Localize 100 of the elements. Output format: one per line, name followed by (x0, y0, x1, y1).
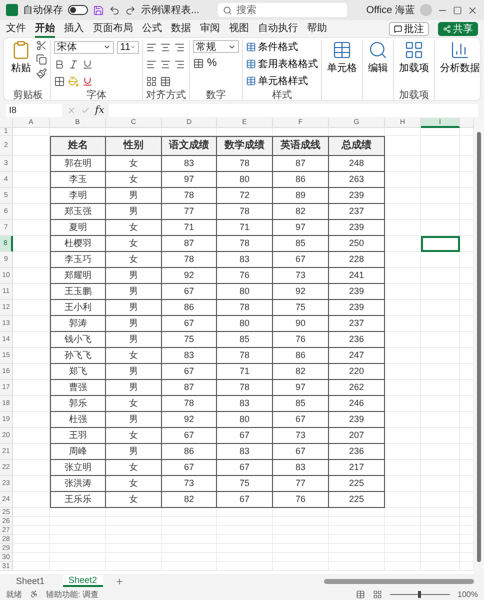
fill-color-icon[interactable] (68, 76, 79, 86)
select-all-corner[interactable] (0, 118, 13, 128)
empty-cell[interactable] (329, 508, 385, 517)
merge-icon[interactable] (146, 76, 157, 86)
border-icon[interactable] (54, 76, 65, 86)
add-sheet-icon[interactable] (115, 576, 124, 586)
table-icon (246, 76, 256, 86)
menu-tab[interactable]: 视图 (229, 20, 249, 38)
table-cell: 郑玉强 (50, 204, 106, 220)
empty-cell[interactable] (421, 220, 460, 236)
scrollbar-thumb[interactable] (477, 132, 481, 562)
save-icon[interactable] (93, 4, 104, 16)
cut-icon[interactable] (36, 40, 47, 51)
bold-icon[interactable] (54, 58, 65, 70)
table-cell: 77 (273, 476, 329, 492)
empty-cell[interactable] (106, 508, 162, 517)
group-label: 对齐方式 (146, 88, 186, 100)
empty-cell[interactable] (385, 128, 421, 136)
font-size-select[interactable]: 11 (117, 40, 139, 54)
empty-cell[interactable] (162, 508, 217, 517)
number-format-select[interactable]: 常规 (193, 40, 239, 53)
menu-tab[interactable]: 插入 (64, 20, 84, 38)
empty-cell[interactable] (385, 508, 421, 517)
format-painter-icon[interactable] (36, 68, 47, 79)
italic-icon[interactable] (68, 58, 79, 70)
menu-tab[interactable]: 公式 (142, 20, 162, 38)
style-menu-button[interactable]: 套用表格格式 (246, 57, 318, 71)
menu-tab[interactable]: 数据 (171, 20, 191, 38)
accessibility-icon[interactable] (30, 590, 38, 598)
ribbon-button[interactable]: 加载项 (397, 40, 431, 75)
horizontal-scrollbar[interactable] (324, 578, 474, 584)
underline-icon[interactable] (82, 58, 93, 70)
zoom-slider-thumb[interactable] (418, 590, 421, 598)
sheet-tab[interactable]: Sheet2 (62, 575, 104, 587)
empty-cell[interactable] (217, 508, 273, 517)
ribbon-button[interactable]: 编辑 (366, 40, 390, 75)
table-cell: 241 (329, 268, 385, 284)
table-cell: 92 (273, 284, 329, 300)
table-cell: 80 (217, 412, 273, 428)
table-cell: 83 (162, 156, 217, 172)
search-icon (223, 6, 232, 14)
table-cell: 78 (162, 396, 217, 412)
table-cell: 女 (106, 172, 162, 188)
maximize-icon[interactable] (453, 6, 462, 14)
share-button[interactable]: 共享 (438, 22, 478, 36)
formula-field[interactable] (109, 104, 478, 116)
ribbon-button[interactable]: 单元格 (325, 40, 359, 75)
font-select[interactable]: 宋体 (54, 40, 114, 54)
table-cell: 239 (329, 300, 385, 316)
comments-button[interactable]: 批注 (389, 22, 429, 36)
menu-tab[interactable]: 文件 (6, 20, 26, 38)
autosave-toggle[interactable] (68, 5, 88, 15)
undo-icon[interactable] (109, 4, 120, 16)
table-cell: 男 (106, 412, 162, 428)
page-layout-icon[interactable] (372, 590, 382, 598)
menu-tab[interactable]: 自动执行 (258, 20, 298, 38)
redo-icon[interactable] (125, 4, 136, 16)
normal-view-icon[interactable] (356, 590, 365, 598)
selected-cell[interactable] (421, 236, 460, 252)
name-box[interactable]: I8 (6, 104, 62, 116)
table-cell: 女 (106, 236, 162, 252)
empty-cell[interactable] (421, 252, 460, 268)
sheet-tab[interactable]: Sheet1 (10, 576, 51, 586)
menu-tab[interactable]: 审阅 (200, 20, 220, 38)
align-center-icon[interactable] (160, 58, 171, 70)
empty-cell[interactable] (421, 128, 460, 136)
table-cell: 杜强 (50, 412, 106, 428)
cancel-icon[interactable] (67, 106, 76, 114)
copy-icon[interactable] (36, 54, 47, 65)
table-cell: 225 (329, 492, 385, 508)
table-cell: 夏明 (50, 220, 106, 236)
align-right-icon[interactable] (174, 58, 185, 70)
confirm-icon[interactable] (81, 106, 90, 114)
accessibility-status[interactable]: 辅助功能: 调查 (46, 588, 98, 600)
menu-tab[interactable]: 页面布局 (93, 20, 133, 38)
table-cell: 男 (106, 316, 162, 332)
group-label: 数字 (205, 88, 227, 100)
file-name[interactable]: 示例课程表... (141, 3, 200, 17)
search-field[interactable]: 搜索 (218, 3, 348, 17)
clipboard-icon (11, 40, 31, 60)
table-cell: 239 (329, 188, 385, 204)
align-left-icon[interactable] (146, 58, 157, 70)
style-menu-button[interactable]: 单元格样式 (246, 74, 318, 88)
table-cell: 男 (106, 284, 162, 300)
font-color-icon[interactable] (82, 76, 93, 86)
table-cell: 郑耀明 (50, 268, 106, 284)
close-icon[interactable] (467, 4, 478, 16)
style-menu-button[interactable]: 条件格式 (246, 40, 318, 54)
percent-button[interactable]: % (207, 57, 217, 69)
empty-cell[interactable] (273, 508, 329, 517)
table-cell: 220 (329, 364, 385, 380)
empty-cell[interactable] (50, 508, 106, 517)
avatar-icon[interactable] (420, 4, 432, 16)
table-cell: 83 (273, 460, 329, 476)
menu-tab[interactable]: 帮助 (307, 20, 327, 38)
ribbon-button[interactable]: 分析数据 (438, 40, 482, 75)
table-cell: 85 (217, 332, 273, 348)
table-cell: 女 (106, 428, 162, 444)
paste-button[interactable]: 粘贴 (9, 40, 33, 75)
function-button[interactable]: fx (95, 104, 104, 116)
